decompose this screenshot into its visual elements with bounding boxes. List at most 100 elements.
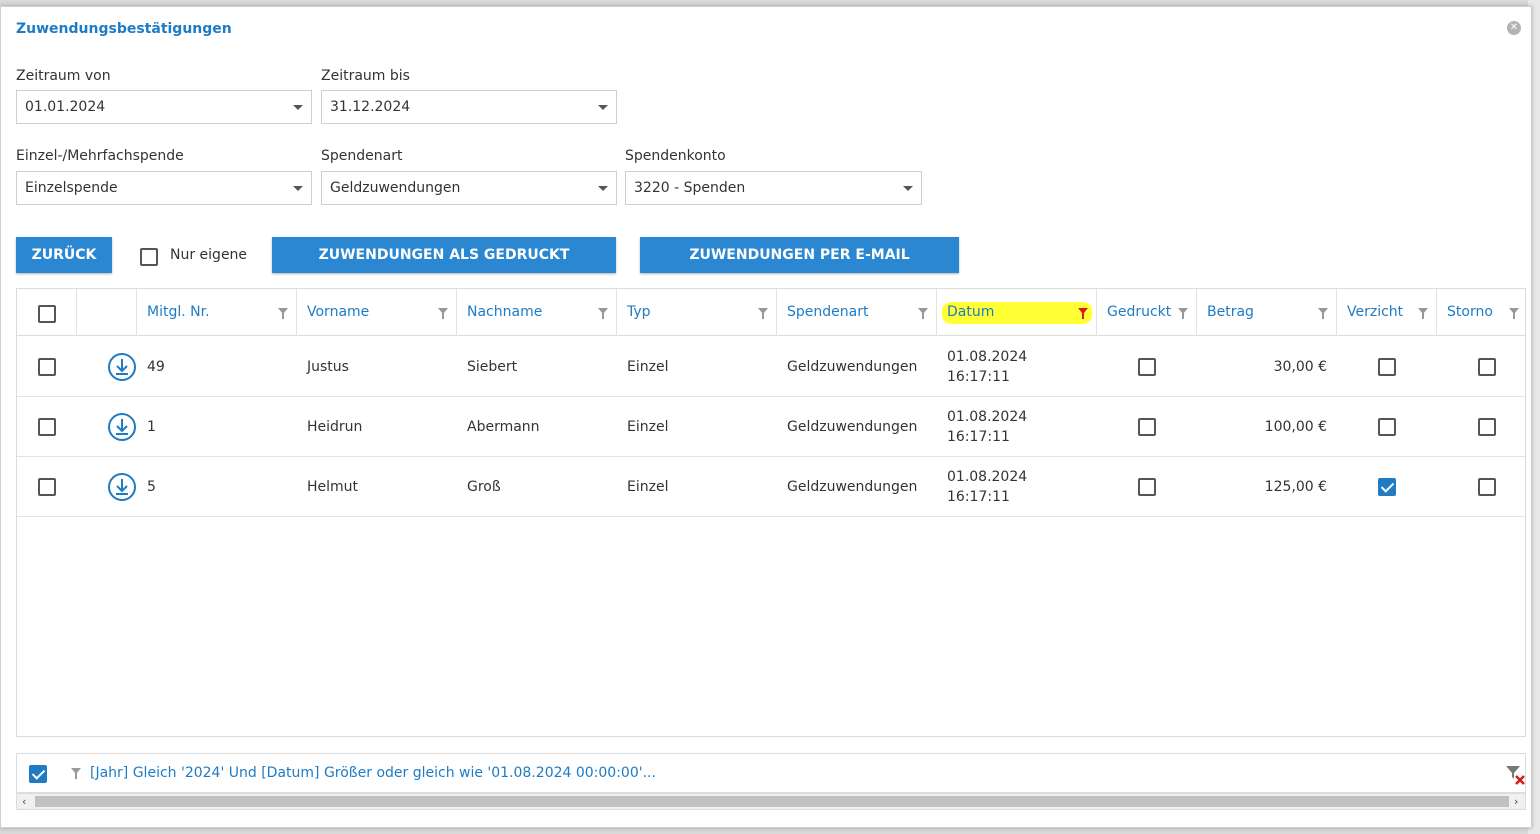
chevron-down-icon[interactable] <box>903 186 913 191</box>
cell-vorname: Heidrun <box>307 419 363 435</box>
table-row[interactable]: 5 Helmut Groß Einzel Geldzuwendungen 01.… <box>17 457 1525 517</box>
clear-filter-icon[interactable] <box>1504 763 1526 785</box>
filter-bar: [Jahr] Gleich '2024' Und [Datum] Größer … <box>16 753 1526 793</box>
gedruckt-checkbox[interactable] <box>1138 478 1156 496</box>
spendenart-select[interactable]: Geldzuwendungen <box>321 171 617 205</box>
header-action-cell <box>77 289 137 336</box>
spendenart-value: Geldzuwendungen <box>330 180 461 196</box>
cell-nachname: Groß <box>467 479 501 495</box>
chevron-down-icon[interactable] <box>598 186 608 191</box>
spendenkonto-select[interactable]: 3220 - Spenden <box>625 171 922 205</box>
datum-date: 01.08.2024 <box>947 469 1028 485</box>
table-row[interactable]: 49 Justus Siebert Einzel Geldzuwendungen… <box>17 337 1525 397</box>
horizontal-scrollbar[interactable]: ‹ › <box>16 793 1526 810</box>
cell-betrag: 125,00 € <box>1264 479 1327 495</box>
filter-icon[interactable] <box>758 308 768 319</box>
chevron-down-icon[interactable] <box>293 186 303 191</box>
header-typ[interactable]: Typ <box>617 289 777 336</box>
cell-mitgl-nr: 1 <box>147 419 156 435</box>
table-header: Mitgl. Nr. Vorname Nachname Typ Spendena… <box>17 289 1525 336</box>
header-gedruckt[interactable]: Gedruckt <box>1097 289 1197 336</box>
cell-datum: 01.08.2024 16:17:11 <box>937 457 1027 517</box>
filter-icon[interactable] <box>438 308 448 319</box>
download-icon[interactable] <box>107 472 137 502</box>
storno-checkbox[interactable] <box>1478 478 1496 496</box>
cell-typ: Einzel <box>627 479 669 495</box>
einzel-mehrfach-select[interactable]: Einzelspende <box>16 171 312 205</box>
filter-icon[interactable] <box>918 308 928 319</box>
datum-time: 16:17:11 <box>947 489 1010 505</box>
row-select-checkbox[interactable] <box>38 478 56 496</box>
send-email-button[interactable]: ZUWENDUNGEN PER E-MAIL VERSENDEN <box>640 237 959 299</box>
verzicht-checkbox[interactable] <box>1378 418 1396 436</box>
header-label: Nachname <box>467 304 543 320</box>
cell-vorname: Helmut <box>307 479 359 495</box>
active-filter-icon[interactable] <box>1078 308 1088 319</box>
chevron-down-icon[interactable] <box>293 105 303 110</box>
cell-typ: Einzel <box>627 419 669 435</box>
header-mitgl-nr[interactable]: Mitgl. Nr. <box>137 289 297 336</box>
datum-time: 16:17:11 <box>947 429 1010 445</box>
cell-spendenart: Geldzuwendungen <box>787 359 918 375</box>
filter-icon[interactable] <box>278 308 288 319</box>
spendenart-label: Spendenart <box>321 148 403 164</box>
filter-icon[interactable] <box>598 308 608 319</box>
header-spendenart[interactable]: Spendenart <box>777 289 937 336</box>
scroll-right-icon[interactable]: › <box>1514 795 1518 808</box>
donation-table: Mitgl. Nr. Vorname Nachname Typ Spendena… <box>16 288 1526 737</box>
cell-nachname: Siebert <box>467 359 518 375</box>
select-all-checkbox[interactable] <box>38 305 56 323</box>
header-label: Betrag <box>1207 304 1254 320</box>
header-storno[interactable]: Storno <box>1437 289 1525 336</box>
filter-icon <box>71 768 81 779</box>
filter-icon[interactable] <box>1178 308 1188 319</box>
scrollbar-thumb[interactable] <box>35 796 1509 807</box>
header-verzicht[interactable]: Verzicht <box>1337 289 1437 336</box>
filter-icon[interactable] <box>1318 308 1328 319</box>
zeitraum-von-label: Zeitraum von <box>16 68 111 84</box>
filter-enabled-checkbox[interactable] <box>29 765 47 783</box>
header-vorname[interactable]: Vorname <box>297 289 457 336</box>
spendenkonto-value: 3220 - Spenden <box>634 180 746 196</box>
scroll-left-icon[interactable]: ‹ <box>22 795 26 808</box>
dialog-title: Zuwendungsbestätigungen <box>16 21 232 37</box>
own-only-checkbox[interactable] <box>140 248 158 266</box>
datum-date: 01.08.2024 <box>947 409 1028 425</box>
donation-receipts-dialog: Zuwendungsbestätigungen ✕ Zeitraum von 0… <box>0 6 1532 828</box>
cell-vorname: Justus <box>307 359 349 375</box>
cell-betrag: 30,00 € <box>1273 359 1327 375</box>
back-button[interactable]: ZURÜCK <box>16 237 112 273</box>
datum-time: 16:17:11 <box>947 369 1010 385</box>
row-select-checkbox[interactable] <box>38 418 56 436</box>
filter-icon[interactable] <box>1418 308 1428 319</box>
storno-checkbox[interactable] <box>1478 358 1496 376</box>
verzicht-checkbox[interactable] <box>1378 358 1396 376</box>
close-icon[interactable]: ✕ <box>1507 21 1521 35</box>
download-icon[interactable] <box>107 412 137 442</box>
header-nachname[interactable]: Nachname <box>457 289 617 336</box>
gedruckt-checkbox[interactable] <box>1138 358 1156 376</box>
gedruckt-checkbox[interactable] <box>1138 418 1156 436</box>
zeitraum-von-select[interactable]: 01.01.2024 <box>16 90 312 124</box>
table-row[interactable]: 1 Heidrun Abermann Einzel Geldzuwendunge… <box>17 397 1525 457</box>
spendenkonto-label: Spendenkonto <box>625 148 726 164</box>
header-label: Storno <box>1447 304 1493 320</box>
storno-checkbox[interactable] <box>1478 418 1496 436</box>
cell-spendenart: Geldzuwendungen <box>787 419 918 435</box>
verzicht-checkbox[interactable] <box>1378 478 1396 496</box>
row-select-checkbox[interactable] <box>38 358 56 376</box>
cell-nachname: Abermann <box>467 419 540 435</box>
header-betrag[interactable]: Betrag <box>1197 289 1337 336</box>
mark-printed-button[interactable]: ZUWENDUNGEN ALS GEDRUCKT MARKIEREN <box>272 237 616 299</box>
header-label: Vorname <box>307 304 370 320</box>
header-datum[interactable]: Datum <box>937 289 1097 336</box>
header-label: Datum <box>947 304 995 320</box>
filter-icon[interactable] <box>1509 308 1519 319</box>
cell-datum: 01.08.2024 16:17:11 <box>937 337 1027 397</box>
download-icon[interactable] <box>107 352 137 382</box>
filter-expression-link[interactable]: [Jahr] Gleich '2024' Und [Datum] Größer … <box>90 765 656 781</box>
zeitraum-bis-select[interactable]: 31.12.2024 <box>321 90 617 124</box>
cell-typ: Einzel <box>627 359 669 375</box>
header-label: Typ <box>627 304 651 320</box>
chevron-down-icon[interactable] <box>598 105 608 110</box>
